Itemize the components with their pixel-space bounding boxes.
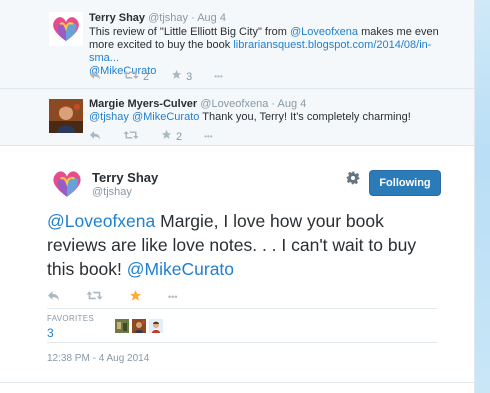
favoriter-avatar[interactable] [149,319,163,333]
mention-link[interactable]: @MikeCurato [127,259,234,279]
gear-icon[interactable] [346,171,360,189]
tweet-timestamp[interactable]: 12:38 PM - 4 Aug 2014 [47,353,149,364]
avatar-heart[interactable] [49,12,83,46]
tweet-panel: Terry Shay @tjshay · Aug 4 This review o… [0,0,475,393]
favorites-label: FAVORITES [47,314,95,323]
tweet-item[interactable]: Margie Myers-Culver @Loveofxena · Aug 4 … [0,89,474,146]
author-handle[interactable]: @tjshay [148,12,188,24]
divider [47,342,437,343]
more-icon[interactable]: ••• [204,132,212,141]
expanded-tweet: Terry Shay @tjshay Following @Loveofxena… [0,146,474,393]
mention-link[interactable]: @Loveofxena [47,211,155,231]
star-icon [171,69,182,83]
favoriter-avatar[interactable] [115,319,129,333]
retweet-icon[interactable] [86,290,103,304]
tweet-actions: 2 ••• [89,129,235,143]
retweet-count: 2 [143,70,150,83]
tweet-actions: ••• [47,289,203,305]
author-handle[interactable]: @Loveofxena [200,98,268,110]
more-icon[interactable]: ••• [214,72,222,81]
text-segment: Thank you, Terry! It's completely charmi… [199,111,411,123]
avatar-heart[interactable] [49,166,85,202]
mention-link[interactable]: @Loveofxena [290,26,358,38]
avatar-photo[interactable] [49,99,83,133]
divider [0,382,474,383]
star-icon [161,129,172,143]
reply-icon[interactable] [89,70,101,83]
author-name[interactable]: Margie Myers-Culver [89,98,197,110]
retweet-button[interactable]: 2 [123,70,149,83]
favorite-button[interactable]: 2 [161,129,182,143]
tweet-time[interactable]: · Aug 4 [271,98,306,110]
favorite-count: 2 [176,131,183,143]
reply-icon[interactable] [47,290,60,304]
text-segment: This review of "Little Elliott Big City"… [89,26,290,38]
following-button[interactable]: Following [369,170,441,196]
tweet-item[interactable]: Terry Shay @tjshay · Aug 4 This review o… [0,0,474,89]
mention-link[interactable]: @MikeCurato [132,111,199,123]
star-icon[interactable] [129,289,142,305]
favorite-count: 3 [186,71,193,83]
retweet-icon[interactable] [123,130,139,143]
favorite-button[interactable]: 3 [171,69,192,83]
favoriter-avatar[interactable] [132,319,146,333]
reply-icon[interactable] [89,130,101,143]
tweet-header: Margie Myers-Culver @Loveofxena · Aug 4 [89,98,306,110]
divider [47,308,437,309]
more-icon[interactable]: ••• [168,292,177,302]
author-handle[interactable]: @tjshay [92,186,132,198]
tweet-text: @Loveofxena Margie, I love how your book… [47,209,447,281]
mention-link[interactable]: @tjshay [89,111,129,123]
favorites-count[interactable]: 3 [47,326,54,340]
tweet-time[interactable]: · Aug 4 [191,12,226,24]
author-name[interactable]: Terry Shay [89,12,145,24]
author-name[interactable]: Terry Shay [92,170,158,185]
retweet-icon [123,70,139,83]
tweet-text: @tjshay @MikeCurato Thank you, Terry! It… [89,111,459,124]
tweet-actions: 2 3 ••• [89,69,245,83]
tweet-header: Terry Shay @tjshay · Aug 4 [89,12,226,24]
